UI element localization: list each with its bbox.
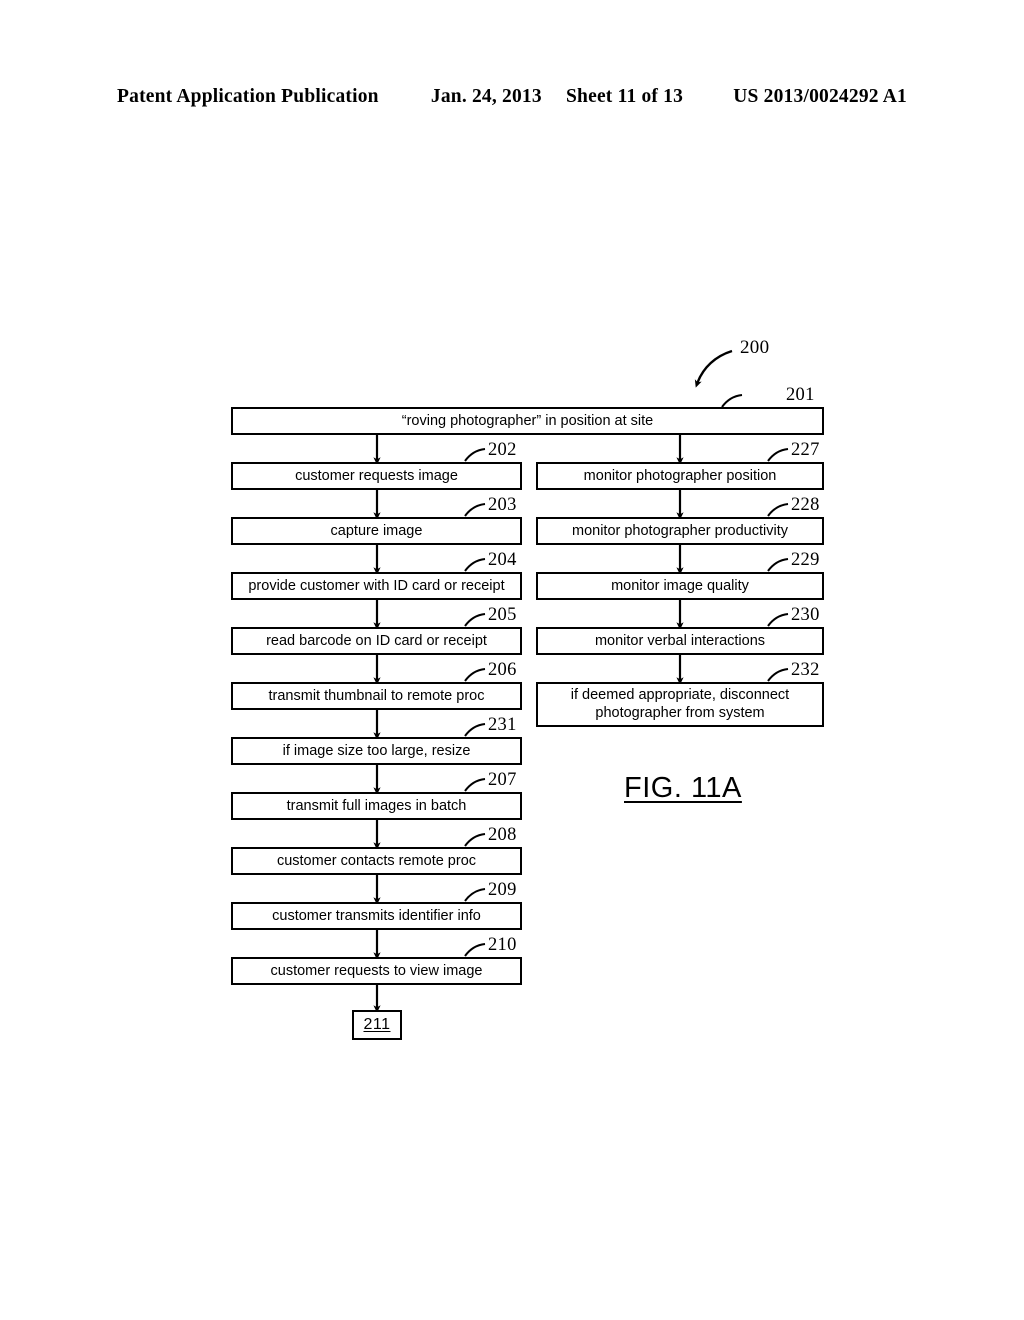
- flow-box-201[interactable]: “roving photographer” in position at sit…: [231, 407, 824, 435]
- refnum-230: 230: [791, 605, 820, 625]
- system-pointer-arrow: [694, 349, 733, 388]
- flow-box-206[interactable]: transmit thumbnail to remote proc: [231, 682, 522, 710]
- flow-box-232-line2: photographer from system: [595, 704, 765, 721]
- flow-box-210[interactable]: customer requests to view image: [231, 957, 522, 985]
- flow-box-231[interactable]: if image size too large, resize: [231, 737, 522, 765]
- flow-box-228[interactable]: monitor photographer productivity: [536, 517, 824, 545]
- refnum-228: 228: [791, 495, 820, 515]
- refnum-210: 210: [488, 935, 517, 955]
- flow-box-230[interactable]: monitor verbal interactions: [536, 627, 824, 655]
- flow-box-208[interactable]: customer contacts remote proc: [231, 847, 522, 875]
- flow-box-204[interactable]: provide customer with ID card or receipt: [231, 572, 522, 600]
- flow-box-205[interactable]: read barcode on ID card or receipt: [231, 627, 522, 655]
- refnum-200: 200: [740, 337, 770, 358]
- flow-box-202[interactable]: customer requests image: [231, 462, 522, 490]
- refnum-203: 203: [488, 495, 517, 515]
- flow-box-211[interactable]: 211: [352, 1010, 402, 1040]
- refnum-227: 227: [791, 440, 820, 460]
- figure-caption-label: FIG. 11A: [624, 772, 742, 804]
- flow-box-203[interactable]: capture image: [231, 517, 522, 545]
- flow-box-211-label: 211: [363, 1016, 391, 1034]
- refnum-204: 204: [488, 550, 517, 570]
- flow-box-229[interactable]: monitor image quality: [536, 572, 824, 600]
- flow-box-232[interactable]: if deemed appropriate, disconnect photog…: [536, 682, 824, 727]
- refnum-202: 202: [488, 440, 517, 460]
- refnum-208: 208: [488, 825, 517, 845]
- flow-box-209[interactable]: customer transmits identifier info: [231, 902, 522, 930]
- refnum-229: 229: [791, 550, 820, 570]
- refnum-209: 209: [488, 880, 517, 900]
- refnum-231: 231: [488, 715, 517, 735]
- flow-box-232-line1: if deemed appropriate, disconnect: [570, 687, 790, 704]
- flowchart-figure-11a: 200 201 202 203 204 205 206 231 207 208 …: [0, 0, 1024, 1320]
- refnum-232: 232: [791, 660, 820, 680]
- refnum-205: 205: [488, 605, 517, 625]
- flow-box-207[interactable]: transmit full images in batch: [231, 792, 522, 820]
- figure-caption: FIG. 11A: [624, 772, 742, 805]
- flow-box-227[interactable]: monitor photographer position: [536, 462, 824, 490]
- refnum-201: 201: [786, 385, 815, 405]
- refnum-207: 207: [488, 770, 517, 790]
- refnum-206: 206: [488, 660, 517, 680]
